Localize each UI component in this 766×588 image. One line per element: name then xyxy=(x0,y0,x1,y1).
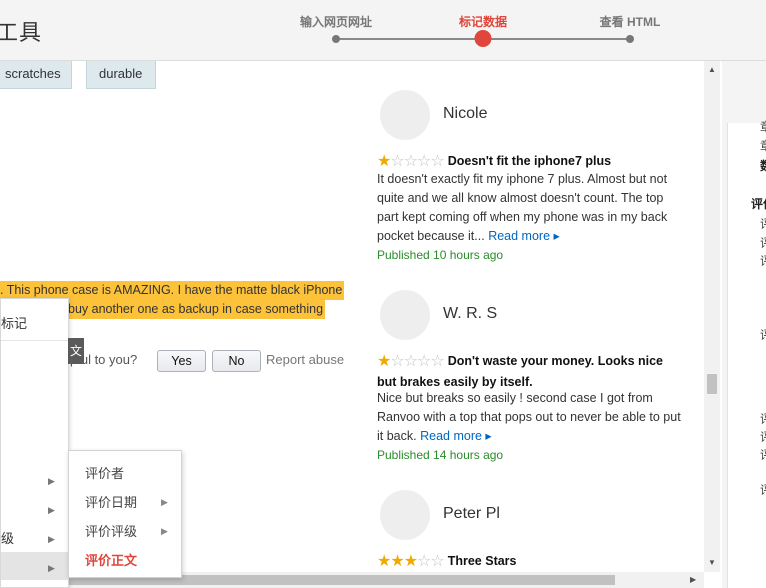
menu-item-hovered[interactable] xyxy=(1,552,69,580)
reviewer-name[interactable]: W. R. S xyxy=(443,305,497,323)
app-title: 工具 xyxy=(0,20,43,45)
right-panel: 章 章 数 评价 评 评 评 评 评 评 评 评 xyxy=(722,61,766,588)
star-empty-icon: ☆ xyxy=(403,353,418,370)
right-panel-card: 章 章 数 评价 评 评 评 评 评 评 评 评 xyxy=(727,120,766,588)
chevron-right-icon: ▶ xyxy=(48,534,55,544)
context-menu: 标记 ▶ ▶ 级 ▶ ▶ xyxy=(0,298,69,588)
star-empty-icon: ☆ xyxy=(417,353,431,370)
panel-section-heading: 评价 xyxy=(751,197,766,211)
step-label: 输入网页网址 xyxy=(299,15,373,29)
chevron-right-icon: ▶ xyxy=(48,563,55,573)
review-card: W. R. S ★☆☆☆☆ Don't waste your money. Loo… xyxy=(377,290,683,470)
panel-text: 评 xyxy=(760,481,766,498)
star-filled-icon: ★ xyxy=(377,553,391,570)
tag-durable[interactable]: durable xyxy=(86,61,156,89)
panel-text: 章 xyxy=(760,137,766,154)
helpful-no-button[interactable]: No xyxy=(212,350,261,372)
helpful-yes-button[interactable]: Yes xyxy=(157,350,206,372)
read-more-link[interactable]: Read more ▸ xyxy=(488,229,560,243)
reviewer-name[interactable]: Peter Pl xyxy=(443,505,500,523)
star-filled-icon: ★ xyxy=(377,353,391,370)
review-heading: ★☆☆☆☆ Doesn't fit the iphone7 plus xyxy=(377,151,683,172)
scroll-down-arrow-icon[interactable]: ▼ xyxy=(708,558,716,567)
star-empty-icon: ☆ xyxy=(430,553,444,570)
review-heading: ★☆☆☆☆ Don't waste your money. Looks nice … xyxy=(377,351,683,392)
review-title[interactable]: Three Stars xyxy=(448,554,517,568)
review-card: Peter Pl ★★★☆☆ Three Stars xyxy=(377,490,683,570)
reviewer-name[interactable]: Nicole xyxy=(443,105,487,123)
step-label: 查看 HTML xyxy=(599,15,661,29)
chevron-right-icon: ▶ xyxy=(48,476,55,486)
submenu-item-review-body[interactable]: 评价正文 xyxy=(85,550,137,569)
panel-text: 评 xyxy=(760,252,766,269)
vertical-scrollbar[interactable]: ▲ ▼ xyxy=(704,61,720,572)
step-progress: 输入网页网址 标记数据 查看 HTML xyxy=(300,12,660,52)
star-rating: ★☆☆☆☆ xyxy=(377,352,445,372)
step-label: 标记数据 xyxy=(458,15,508,29)
top-header: 工具 输入网页网址 标记数据 查看 HTML xyxy=(0,0,766,61)
chevron-right-icon: ▶ xyxy=(48,505,55,515)
star-empty-icon: ☆ xyxy=(417,153,431,170)
step-dot xyxy=(332,35,340,43)
star-filled-icon: ★ xyxy=(377,153,391,170)
star-empty-icon: ☆ xyxy=(430,153,444,170)
review-heading: ★★★☆☆ Three Stars xyxy=(377,551,683,572)
published-time: Published 10 hours ago xyxy=(377,248,504,262)
submenu: 评价者 评价日期 ▶ 评价评级 ▶ 评价正文 xyxy=(68,450,182,578)
avatar xyxy=(380,490,430,540)
star-empty-icon: ☆ xyxy=(403,153,418,170)
chevron-right-icon: ▶ xyxy=(161,497,168,507)
scroll-right-arrow-icon[interactable]: ▶ xyxy=(690,575,696,584)
report-abuse-link[interactable]: Report abuse xyxy=(266,352,344,367)
star-empty-icon: ☆ xyxy=(417,553,431,570)
star-filled-icon: ★ xyxy=(390,553,404,570)
app-window: 工具 输入网页网址 标记数据 查看 HTML scratches durable… xyxy=(0,0,766,588)
panel-text: 评 xyxy=(760,326,766,343)
star-empty-icon: ☆ xyxy=(390,153,404,170)
review-body: It doesn't exactly fit my iphone 7 plus.… xyxy=(377,170,683,246)
panel-text: 评 xyxy=(760,428,766,445)
menu-item-rating-partial[interactable]: 级 xyxy=(1,528,14,547)
star-rating: ★★★☆☆ xyxy=(377,552,445,572)
star-rating: ★☆☆☆☆ xyxy=(377,152,445,172)
menu-item-mark[interactable]: 标记 xyxy=(1,313,27,332)
panel-text: 评 xyxy=(760,410,766,427)
star-empty-icon: ☆ xyxy=(430,353,444,370)
avatar xyxy=(380,290,430,340)
step-dot xyxy=(626,35,634,43)
vertical-scroll-thumb[interactable] xyxy=(707,374,717,394)
highlighted-review-text[interactable]: buy another one as backup in case someth… xyxy=(68,300,326,319)
avatar xyxy=(380,90,430,140)
submenu-item-review-rating[interactable]: 评价评级 xyxy=(85,521,137,540)
published-time: Published 14 hours ago xyxy=(377,448,504,462)
tooltip-chip: 文 xyxy=(68,338,84,364)
panel-text: 评 xyxy=(760,446,766,463)
star-empty-icon: ☆ xyxy=(390,353,404,370)
panel-text: 评 xyxy=(760,215,766,232)
review-title[interactable]: Doesn't fit the iphone7 plus xyxy=(448,154,611,168)
review-body: Nice but breaks so easily ! second case … xyxy=(377,389,683,446)
star-filled-icon: ★ xyxy=(403,553,418,570)
review-card: Nicole ★☆☆☆☆ Doesn't fit the iphone7 plus… xyxy=(377,90,683,270)
step-dot-active xyxy=(474,30,492,47)
submenu-item-reviewer[interactable]: 评价者 xyxy=(85,463,124,482)
tag-scratches[interactable]: scratches xyxy=(0,61,72,89)
panel-text: 章 xyxy=(760,118,766,135)
scroll-up-arrow-icon[interactable]: ▲ xyxy=(708,65,716,74)
submenu-item-review-date[interactable]: 评价日期 xyxy=(85,492,137,511)
read-more-link[interactable]: Read more ▸ xyxy=(420,429,492,443)
panel-text: 评 xyxy=(760,234,766,251)
chevron-right-icon: ▶ xyxy=(161,526,168,536)
panel-text: 数 xyxy=(760,157,766,174)
menu-separator xyxy=(1,340,69,341)
